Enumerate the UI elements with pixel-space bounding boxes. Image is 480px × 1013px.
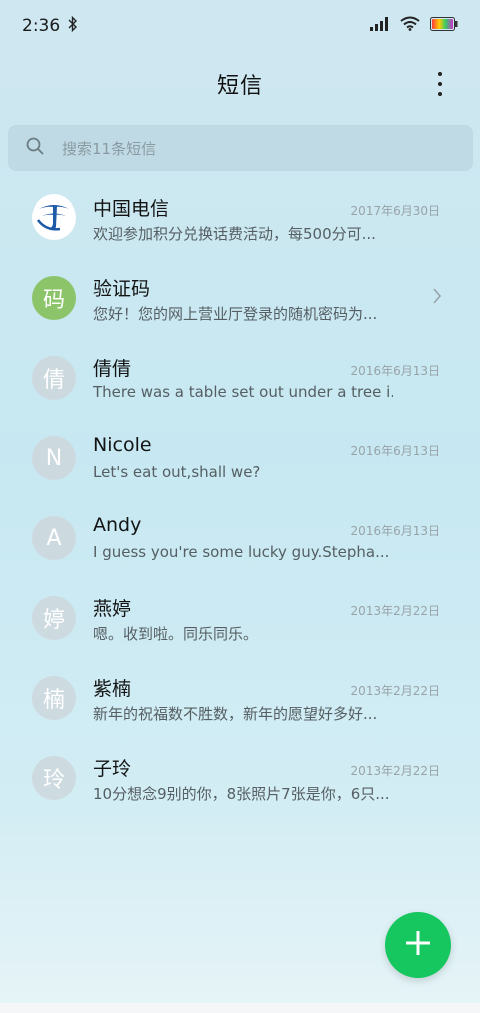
- contact-name: 中国电信: [93, 198, 170, 220]
- message-date: 2013年2月22日: [350, 684, 440, 698]
- conversation-list: 中国电信 欢迎参加积分兑换话费活动，每500分可... 2017年6月30日 码…: [0, 178, 480, 818]
- conversation-row[interactable]: 倩 倩倩 There was a table set out under a t…: [0, 338, 480, 418]
- avatar: 倩: [32, 356, 76, 400]
- message-date: 2016年6月13日: [350, 524, 440, 538]
- conversation-row[interactable]: 码 验证码 您好！您的网上营业厅登录的随机密码为...: [0, 258, 480, 338]
- message-preview: 10分想念9别的你，8张照片7张是你，6只...: [93, 785, 390, 803]
- avatar: N: [32, 436, 76, 480]
- wifi-icon: [400, 16, 420, 36]
- signal-icon: [370, 16, 390, 36]
- contact-name: 紫楠: [93, 678, 132, 700]
- message-preview: There was a table set out under a tree i…: [93, 383, 393, 401]
- status-time: 2:36: [22, 16, 61, 36]
- new-message-button[interactable]: [385, 912, 451, 978]
- china-telecom-logo-icon: [32, 193, 76, 243]
- conversation-row[interactable]: N Nicole Let's eat out,shall we? 2016年6月…: [0, 418, 480, 498]
- contact-name: 倩倩: [93, 358, 132, 380]
- avatar: 玲: [32, 756, 76, 800]
- message-preview: 您好！您的网上营业厅登录的随机密码为...: [93, 305, 378, 323]
- message-date: 2017年6月30日: [350, 204, 440, 218]
- contact-name: 燕婷: [93, 598, 132, 620]
- battery-icon: [430, 16, 458, 36]
- message-date: 2013年2月22日: [350, 764, 440, 778]
- message-date: 2016年6月13日: [350, 444, 440, 458]
- avatar: 婷: [32, 596, 76, 640]
- message-preview: 欢迎参加积分兑换话费活动，每500分可...: [93, 225, 376, 243]
- conversation-row[interactable]: 玲 子玲 10分想念9别的你，8张照片7张是你，6只... 2013年2月22日: [0, 738, 480, 818]
- avatar: A: [32, 516, 76, 560]
- contact-name: Andy: [93, 514, 142, 536]
- navigation-bar: [0, 1003, 480, 1013]
- search-bar[interactable]: 搜索11条短信: [8, 125, 473, 171]
- conversation-row[interactable]: 婷 燕婷 嗯。收到啦。同乐同乐。 2013年2月22日: [0, 578, 480, 658]
- message-date: 2013年2月22日: [350, 604, 440, 618]
- contact-name: 子玲: [93, 758, 132, 780]
- message-date: 2016年6月13日: [350, 364, 440, 378]
- avatar: [32, 193, 76, 243]
- search-icon: [26, 137, 44, 159]
- search-input[interactable]: 搜索11条短信: [62, 138, 156, 159]
- header: 短信: [0, 60, 480, 108]
- plus-icon: [404, 929, 432, 961]
- message-preview: 新年的祝福数不胜数，新年的愿望好多好...: [93, 705, 378, 723]
- chevron-right-icon: [432, 288, 442, 308]
- message-preview: 嗯。收到啦。同乐同乐。: [93, 625, 259, 643]
- contact-name: 验证码: [93, 278, 151, 300]
- bluetooth-icon: [68, 15, 78, 37]
- conversation-row[interactable]: 中国电信 欢迎参加积分兑换话费活动，每500分可... 2017年6月30日: [0, 178, 480, 258]
- message-preview: Let's eat out,shall we?: [93, 463, 261, 481]
- page-title: 短信: [216, 74, 263, 99]
- status-bar: 2:36: [0, 0, 480, 52]
- avatar: 楠: [32, 676, 76, 720]
- conversation-row[interactable]: A Andy I guess you're some lucky guy.Ste…: [0, 498, 480, 578]
- conversation-row[interactable]: 楠 紫楠 新年的祝福数不胜数，新年的愿望好多好... 2013年2月22日: [0, 658, 480, 738]
- more-icon: [438, 72, 442, 76]
- avatar: 码: [32, 276, 76, 320]
- more-options-button[interactable]: [428, 70, 452, 98]
- message-preview: I guess you're some lucky guy.Stepha...: [93, 543, 390, 561]
- contact-name: Nicole: [93, 434, 152, 456]
